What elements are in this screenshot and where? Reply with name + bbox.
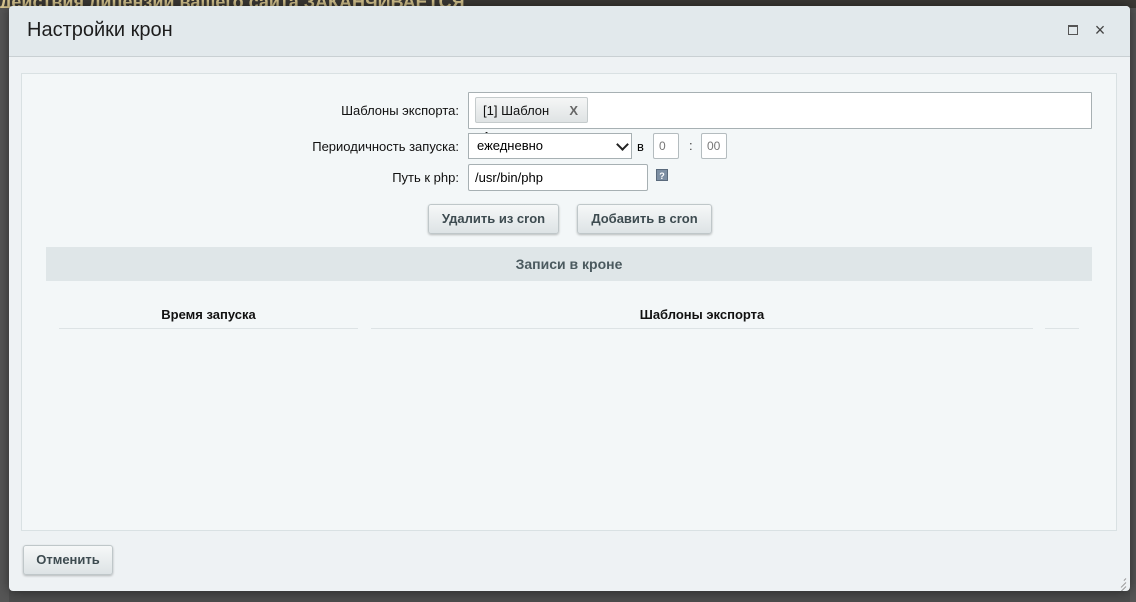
close-icon[interactable]: × [1092, 21, 1108, 39]
help-icon[interactable]: ? [656, 169, 668, 181]
cron-settings-dialog: Настройки крон × Шаблоны экспорта: [1] Ш… [9, 6, 1130, 591]
column-header-actions [1045, 307, 1079, 329]
chevron-down-icon [616, 138, 629, 151]
cron-entries-section-title: Записи в кроне [46, 247, 1092, 281]
at-label: в [637, 139, 644, 154]
minute-input[interactable]: 00 [701, 133, 727, 159]
cancel-button[interactable]: Отменить [23, 545, 113, 575]
column-header-templates: Шаблоны экспорта [371, 307, 1033, 329]
remove-tag-icon[interactable]: X [569, 98, 578, 124]
templates-label: Шаблоны экспорта: [341, 103, 459, 118]
period-select-value: ежедневно [477, 138, 544, 153]
php-path-label: Путь к php: [392, 170, 459, 185]
add-to-cron-button[interactable]: Добавить в cron [577, 204, 712, 234]
period-select[interactable]: ежедневно [468, 133, 632, 159]
dialog-title: Настройки крон [27, 19, 173, 41]
background-right-edge [1130, 8, 1136, 602]
php-path-input[interactable]: /usr/bin/php [468, 164, 648, 191]
templates-tag-input[interactable]: [1] Шаблон 1 X [468, 92, 1092, 144]
resize-handle-icon[interactable] [1115, 576, 1127, 591]
dialog-header: Настройки крон × [9, 6, 1130, 57]
time-separator: : [689, 138, 693, 153]
hour-input[interactable]: 0 [653, 133, 679, 159]
template-tag: [1] Шаблон 1 X [475, 97, 588, 144]
maximize-icon[interactable] [1065, 22, 1081, 38]
period-label: Периодичность запуска: [312, 139, 459, 154]
background-left-edge [0, 8, 9, 602]
column-header-run-time: Время запуска [59, 307, 358, 329]
remove-from-cron-button[interactable]: Удалить из cron [428, 204, 559, 234]
dialog-content: Шаблоны экспорта: [1] Шаблон 1 X Периоди… [21, 73, 1117, 531]
